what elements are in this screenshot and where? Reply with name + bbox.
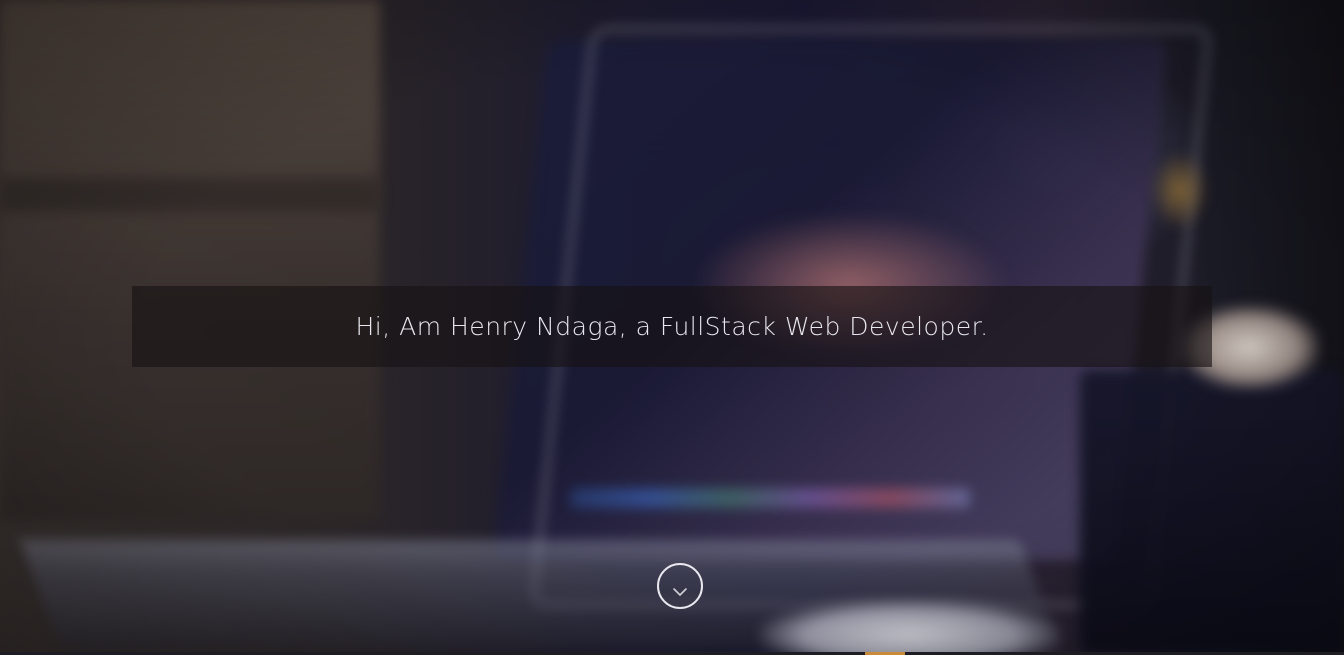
- chevron-down-icon: [673, 588, 687, 596]
- hero-headline: Hi, Am Henry Ndaga, a FullStack Web Deve…: [355, 312, 989, 341]
- hero-section: Hi, Am Henry Ndaga, a FullStack Web Deve…: [0, 0, 1344, 655]
- headline-banner: Hi, Am Henry Ndaga, a FullStack Web Deve…: [132, 286, 1212, 367]
- scroll-down-button[interactable]: [657, 563, 703, 609]
